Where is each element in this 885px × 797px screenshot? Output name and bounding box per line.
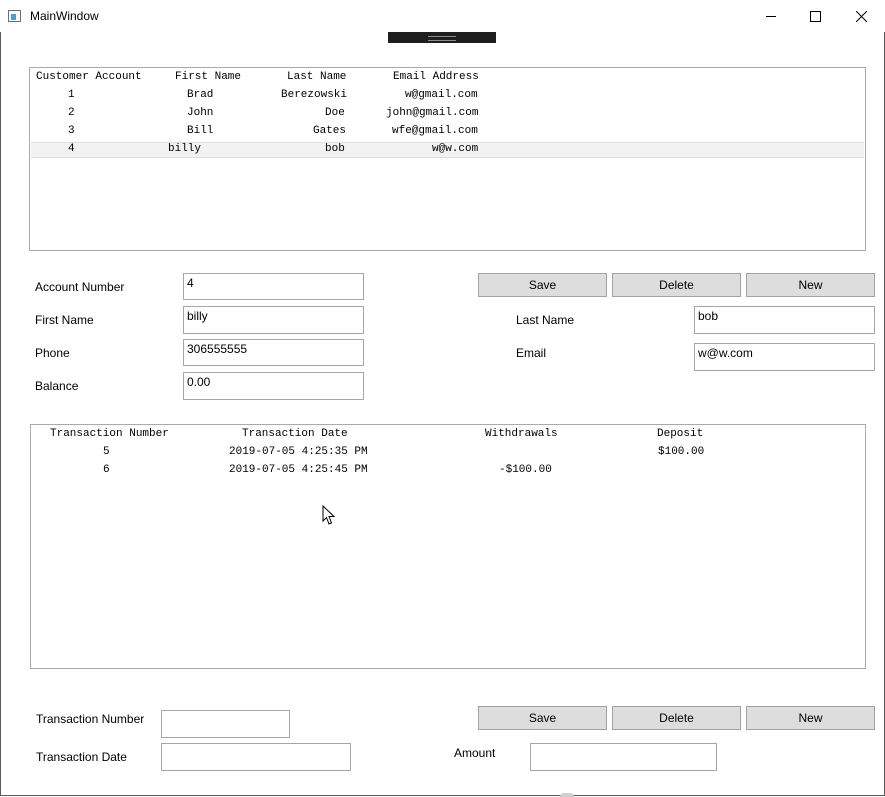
cell-account: 1 — [68, 89, 75, 101]
app-icon — [8, 10, 21, 22]
column-header[interactable]: Email Address — [393, 71, 479, 83]
cell-first-name: Brad — [187, 89, 214, 101]
window-title: MainWindow — [30, 9, 99, 23]
first-name-field[interactable]: billy — [183, 306, 364, 334]
cell-transaction-date: 2019-07-05 4:25:35 PM — [229, 446, 368, 458]
customer-save-button[interactable]: Save — [478, 273, 607, 297]
amount-field[interactable] — [530, 743, 717, 771]
last-name-label: Last Name — [516, 313, 575, 327]
maximize-button[interactable] — [792, 0, 838, 32]
customer-delete-button[interactable]: Delete — [612, 273, 741, 297]
cell-email: john@gmail.com — [386, 107, 479, 119]
cell-account: 4 — [68, 143, 75, 155]
cell-deposit: $100.00 — [658, 446, 705, 458]
cell-last-name: Berezowski — [281, 89, 348, 101]
last-name-field[interactable]: bob — [694, 306, 875, 334]
column-header[interactable]: First Name — [175, 71, 241, 83]
phone-field[interactable]: 306555555 — [183, 339, 364, 366]
customer-new-button[interactable]: New — [746, 273, 875, 297]
cell-first-name: Bill — [187, 125, 214, 137]
minimize-button[interactable] — [748, 0, 794, 32]
mouse-cursor-icon — [322, 505, 336, 525]
close-icon — [855, 10, 867, 22]
balance-label: Balance — [35, 379, 79, 393]
email-field[interactable]: w@w.com — [694, 343, 875, 371]
amount-label: Amount — [454, 746, 496, 760]
transaction-number-label: Transaction Number — [36, 712, 145, 726]
title-bar[interactable]: MainWindow — [0, 0, 885, 32]
transaction-date-label: Transaction Date — [36, 750, 127, 764]
cell-withdrawal: -$100.00 — [499, 464, 552, 476]
cell-email: wfe@gmail.com — [392, 125, 478, 137]
phone-label: Phone — [35, 346, 70, 360]
cell-email: w@w.com — [432, 143, 479, 155]
transaction-save-button[interactable]: Save — [478, 706, 607, 730]
resize-grip[interactable] — [560, 793, 574, 797]
cell-last-name: Doe — [325, 107, 345, 119]
transaction-list[interactable] — [30, 424, 866, 669]
transaction-date-field[interactable] — [161, 743, 351, 771]
cell-account: 2 — [68, 107, 75, 119]
column-header[interactable]: Customer Account — [36, 71, 142, 83]
cell-transaction-date: 2019-07-05 4:25:45 PM — [229, 464, 368, 476]
transaction-delete-button[interactable]: Delete — [612, 706, 741, 730]
column-header[interactable]: Last Name — [287, 71, 346, 83]
close-button[interactable] — [838, 0, 884, 32]
maximize-icon — [809, 10, 821, 22]
column-header[interactable]: Transaction Date — [242, 428, 348, 440]
email-label: Email — [516, 346, 547, 360]
cell-first-name: billy — [168, 143, 202, 155]
cell-email: w@gmail.com — [405, 89, 478, 101]
minimize-icon — [766, 16, 776, 17]
splitter-handle[interactable] — [388, 32, 496, 43]
column-header[interactable]: Withdrawals — [485, 428, 558, 440]
transaction-new-button[interactable]: New — [746, 706, 875, 730]
account-number-field[interactable]: 4 — [183, 273, 364, 300]
account-number-label: Account Number — [35, 280, 125, 294]
balance-field[interactable]: 0.00 — [183, 372, 364, 400]
cell-last-name: bob — [325, 143, 345, 155]
cell-last-name: Gates — [313, 125, 347, 137]
transaction-number-field[interactable] — [161, 710, 290, 738]
column-header[interactable]: Transaction Number — [50, 428, 169, 440]
column-header[interactable]: Deposit — [657, 428, 703, 440]
cell-account: 3 — [68, 125, 75, 137]
cell-first-name: John — [187, 107, 214, 119]
first-name-label: First Name — [35, 313, 94, 327]
cell-transaction-number: 6 — [103, 464, 110, 476]
cell-transaction-number: 5 — [103, 446, 110, 458]
